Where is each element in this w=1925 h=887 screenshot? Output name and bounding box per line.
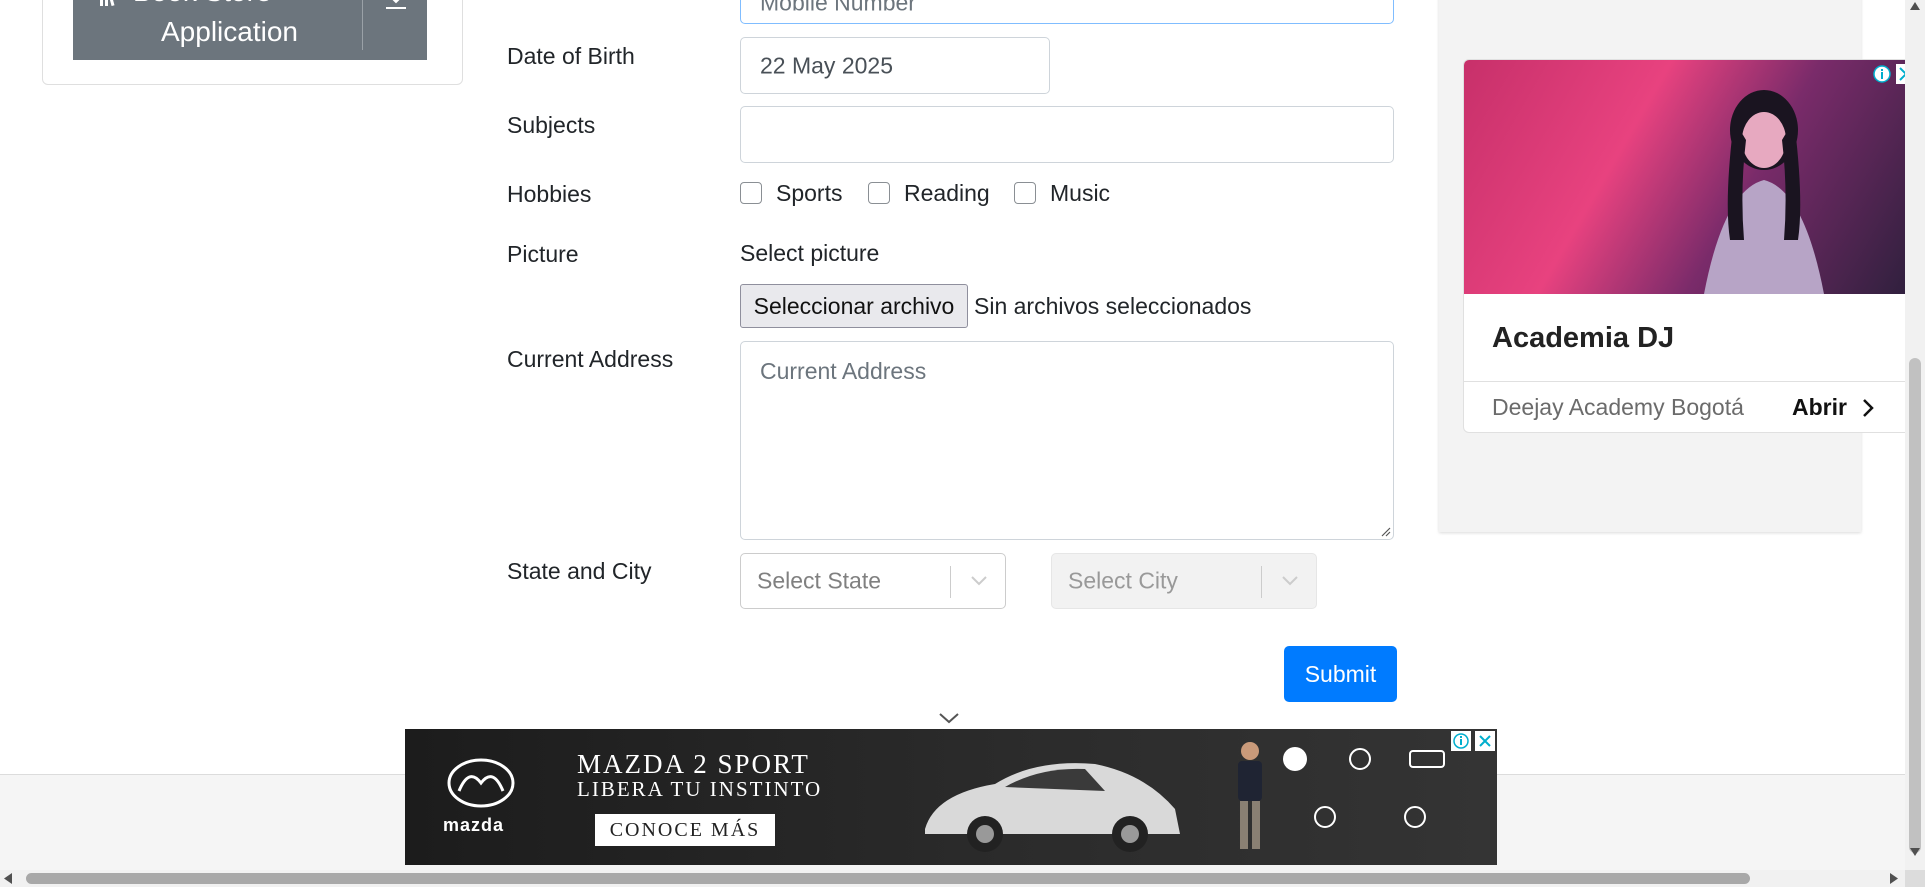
ad-separator [1464, 381, 1924, 382]
chevron-down-icon[interactable] [969, 574, 989, 588]
file-status-text: Sin archivos seleccionados [974, 293, 1252, 319]
hobby-music-checkbox[interactable] [1014, 182, 1036, 204]
collapse-ad-chevron-icon[interactable] [938, 711, 960, 725]
hobby-sports-checkbox[interactable] [740, 182, 762, 204]
download-icon[interactable] [384, 0, 408, 10]
mobile-number-input[interactable]: Mobile Number [740, 0, 1394, 24]
ad-info-icon[interactable] [1451, 731, 1471, 751]
scroll-left-arrow-icon[interactable] [4, 873, 12, 884]
submit-button[interactable]: Submit [1284, 646, 1397, 702]
dj-figure-image [1704, 90, 1824, 294]
picture-label: Picture [507, 241, 579, 267]
person-image [1238, 742, 1262, 849]
state-select-divider [950, 566, 951, 598]
ad-subtitle[interactable]: Deejay Academy Bogotá [1492, 394, 1744, 421]
ad-cta-button[interactable]: CONOCE MÁS [595, 814, 775, 846]
mazda-wordmark: mazda [443, 815, 505, 835]
state-city-label: State and City [507, 558, 652, 584]
city-select-divider [1261, 566, 1262, 598]
banner-separator [362, 0, 363, 50]
ad-headline-1: MAZDA 2 SPORT [577, 749, 810, 779]
hobby-reading-label[interactable]: Reading [904, 180, 990, 207]
books-icon [100, 0, 115, 6]
horizontal-scroll-thumb[interactable] [26, 873, 1750, 884]
select-picture-label: Select picture [740, 240, 880, 266]
right-ad-card[interactable]: Academia DJ Deejay Academy Bogotá Abrir [1463, 59, 1925, 433]
mazda-banner-ad[interactable]: mazda MAZDA 2 SPORT LIBERA TU INSTINTO C… [405, 729, 1497, 865]
ad-image[interactable] [1464, 60, 1924, 294]
banner-line-2: Application [161, 16, 298, 47]
choose-file-button[interactable]: Seleccionar archivo [740, 284, 968, 328]
vertical-scrollbar[interactable] [1905, 0, 1925, 870]
mazda-logo-icon [447, 758, 515, 808]
hobby-sports-label[interactable]: Sports [776, 180, 842, 207]
date-of-birth-input[interactable]: 22 May 2025 [740, 37, 1050, 94]
city-placeholder: Select City [1068, 567, 1178, 594]
car-image [925, 763, 1180, 852]
current-address-placeholder: Current Address [760, 358, 927, 384]
chevron-right-icon[interactable] [1861, 398, 1875, 418]
scroll-up-arrow-icon[interactable] [1910, 2, 1920, 10]
vertical-scroll-thumb[interactable] [1909, 358, 1921, 853]
scroll-down-arrow-icon[interactable] [1910, 848, 1920, 856]
state-select[interactable]: Select State [740, 553, 1006, 609]
ad-open-button[interactable]: Abrir [1792, 394, 1847, 421]
scroll-right-arrow-icon[interactable] [1890, 873, 1898, 884]
ad-info-icon[interactable] [1872, 64, 1892, 84]
dob-value: 22 May 2025 [760, 52, 893, 78]
scrollbar-corner [1905, 870, 1925, 887]
ad-headline-2: LIBERA TU INSTINTO [577, 777, 823, 801]
hobby-music-label[interactable]: Music [1050, 180, 1110, 207]
hobby-reading-checkbox[interactable] [868, 182, 890, 204]
ad-title[interactable]: Academia DJ [1492, 322, 1674, 355]
state-placeholder: Select State [757, 567, 882, 594]
ad-close-icon[interactable] [1475, 731, 1495, 751]
city-select: Select City [1051, 553, 1317, 609]
subjects-label: Subjects [507, 112, 596, 138]
safety-feature-icons [1283, 747, 1445, 828]
subjects-input[interactable] [740, 106, 1394, 163]
chevron-down-icon [1282, 576, 1298, 586]
book-store-app-banner[interactable]: Book Store Application [73, 0, 427, 60]
resize-grip-icon[interactable] [1379, 525, 1391, 537]
dob-label: Date of Birth [507, 43, 635, 69]
mobile-number-placeholder: Mobile Number [760, 0, 916, 16]
horizontal-scrollbar[interactable] [0, 870, 1905, 887]
current-address-textarea[interactable]: Current Address [740, 341, 1394, 540]
current-address-label: Current Address [507, 346, 674, 372]
hobbies-label: Hobbies [507, 181, 592, 207]
banner-line-1: Book Store [133, 0, 272, 12]
